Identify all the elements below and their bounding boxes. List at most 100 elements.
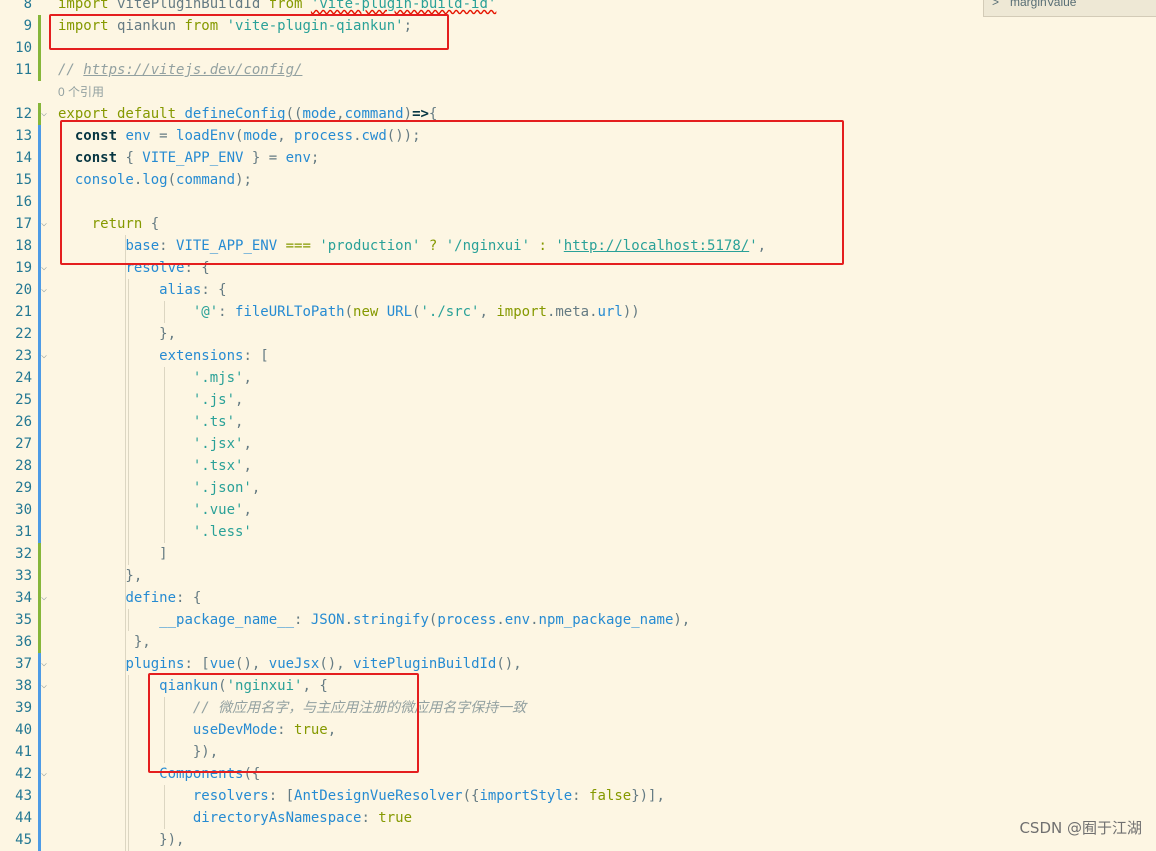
git-change-indicator <box>38 367 41 389</box>
code-line[interactable]: 39 // 微应用名字，与主应用注册的微应用名字保持一致 <box>0 697 1156 719</box>
code-line[interactable]: 34 ⌵ define: { <box>0 587 1156 609</box>
code-line[interactable]: 12 ⌵ export default defineConfig((mode,com… <box>0 103 1156 125</box>
code-token: export default <box>58 106 185 122</box>
fold-chevron-icon[interactable]: ⌵ <box>41 279 47 301</box>
line-number: 43 <box>15 788 32 804</box>
code-token: ) <box>403 106 413 122</box>
code-line[interactable]: 30 '.vue', <box>0 499 1156 521</box>
code-line[interactable]: 22 }, <box>0 323 1156 345</box>
code-line[interactable]: 33 }, <box>0 565 1156 587</box>
line-number: 26 <box>15 414 32 430</box>
git-change-indicator <box>38 125 41 147</box>
code-token: '.mjs' <box>192 370 244 386</box>
codelens-references[interactable]: 0 个引用 <box>0 81 1156 103</box>
code-line[interactable]: 32 ] <box>0 543 1156 565</box>
code-line[interactable]: 44 directoryAsNamespace: true <box>0 807 1156 829</box>
code-line[interactable]: 17 ⌵ return { <box>0 213 1156 235</box>
code-text: '.mjs', <box>58 367 252 389</box>
code-text: '@': fileURLToPath(new URL('./src', impo… <box>58 301 640 323</box>
fold-chevron-icon[interactable]: ⌵ <box>41 103 47 125</box>
code-token: ; <box>403 18 413 34</box>
git-change-indicator <box>38 499 41 521</box>
codelens-label[interactable]: 0 个引用 <box>58 81 104 103</box>
code-token: '.ts' <box>192 414 236 430</box>
code-line[interactable]: 21 '@': fileURLToPath(new URL('./src', i… <box>0 301 1156 323</box>
code-line[interactable]: 43 resolvers: [AntDesignVueResolver({imp… <box>0 785 1156 807</box>
code-line[interactable]: 9 import qiankun from 'vite-plugin-qianku… <box>0 15 1156 37</box>
code-token: }, <box>58 568 143 584</box>
code-line[interactable]: 18 base: VITE_APP_ENV === 'production' ?… <box>0 235 1156 257</box>
code-token: { <box>125 150 143 166</box>
code-line[interactable]: 41 }), <box>0 741 1156 763</box>
code-line[interactable]: 23 ⌵ extensions: [ <box>0 345 1156 367</box>
code-token: defineConfig <box>184 106 286 122</box>
fold-chevron-icon[interactable]: ⌵ <box>41 653 47 675</box>
outline-widget[interactable]: > marginValue <box>983 0 1156 17</box>
code-token: process <box>437 612 497 628</box>
code-line[interactable]: 31 '.less' <box>0 521 1156 543</box>
code-line[interactable]: 25 '.js', <box>0 389 1156 411</box>
code-line[interactable]: 11 // https://vitejs.dev/config/ <box>0 59 1156 81</box>
fold-chevron-icon[interactable]: ⌵ <box>41 675 47 697</box>
git-change-indicator <box>38 477 41 499</box>
git-change-indicator <box>38 697 41 719</box>
git-change-indicator <box>38 543 41 565</box>
code-token: '/nginxui' <box>445 238 539 254</box>
code-line[interactable]: 27 '.jsx', <box>0 433 1156 455</box>
code-line[interactable]: 24 '.mjs', <box>0 367 1156 389</box>
code-text: alias: { <box>58 279 226 301</box>
code-line[interactable]: 14 const { VITE_APP_ENV } = env; <box>0 147 1156 169</box>
chevron-right-icon[interactable]: > <box>992 0 999 9</box>
line-number: 13 <box>15 128 32 144</box>
code-token: resolve <box>125 260 185 276</box>
code-line[interactable]: 35 __package_name__: JSON.stringify(proc… <box>0 609 1156 631</box>
code-line[interactable]: 40 useDevMode: true, <box>0 719 1156 741</box>
code-line[interactable]: 28 '.tsx', <box>0 455 1156 477</box>
code-text: '.js', <box>58 389 244 411</box>
fold-chevron-icon[interactable]: ⌵ <box>41 345 47 367</box>
code-token: ' <box>749 238 758 254</box>
code-line[interactable]: 29 '.json', <box>0 477 1156 499</box>
code-line[interactable]: 15 console.log(command); <box>0 169 1156 191</box>
code-token: extensions <box>159 348 244 364</box>
code-token: (), <box>235 656 269 672</box>
code-token: command <box>176 172 236 188</box>
code-token: ({ <box>462 788 480 804</box>
code-token: // <box>58 62 84 78</box>
fold-chevron-icon[interactable]: ⌵ <box>41 257 47 279</box>
code-editor[interactable]: 8 import vitePluginBuildId from 'vite-plu… <box>0 0 1156 851</box>
code-line[interactable]: 13 const env = loadEnv(mode, process.cwd… <box>0 125 1156 147</box>
code-line[interactable]: 20 ⌵ alias: { <box>0 279 1156 301</box>
code-token: => <box>412 106 429 122</box>
code-line[interactable]: 36 }, <box>0 631 1156 653</box>
code-line[interactable]: 16 <box>0 191 1156 213</box>
line-number: 45 <box>15 832 32 848</box>
git-change-indicator <box>38 631 41 653</box>
code-line[interactable]: 19 ⌵ resolve: { <box>0 257 1156 279</box>
code-token: : <box>218 304 236 320</box>
code-token: alias <box>159 282 202 298</box>
code-line[interactable]: 42 ⌵ Components({ <box>0 763 1156 785</box>
code-token: url <box>597 304 623 320</box>
code-token: URL <box>386 304 413 320</box>
code-token: mode <box>302 106 337 122</box>
code-token: command <box>344 106 404 122</box>
code-token: cwd <box>361 128 387 144</box>
code-token: : <box>294 612 311 628</box>
code-token: : [ <box>243 348 269 364</box>
code-line[interactable]: 38 ⌵ qiankun('nginxui', { <box>0 675 1156 697</box>
code-line[interactable]: 37 ⌵ plugins: [vue(), vueJsx(), vitePlugi… <box>0 653 1156 675</box>
fold-chevron-icon[interactable]: ⌵ <box>41 587 47 609</box>
code-line[interactable]: 10 <box>0 37 1156 59</box>
code-text: __package_name__: JSON.stringify(process… <box>58 609 690 631</box>
outline-item-label[interactable]: marginValue <box>1010 0 1076 9</box>
fold-chevron-icon[interactable]: ⌵ <box>41 213 47 235</box>
code-line[interactable]: 45 }), <box>0 829 1156 851</box>
code-line[interactable]: 26 '.ts', <box>0 411 1156 433</box>
code-token: importStyle <box>479 788 573 804</box>
fold-chevron-icon[interactable]: ⌵ <box>41 763 47 785</box>
code-token: JSON <box>310 612 345 628</box>
